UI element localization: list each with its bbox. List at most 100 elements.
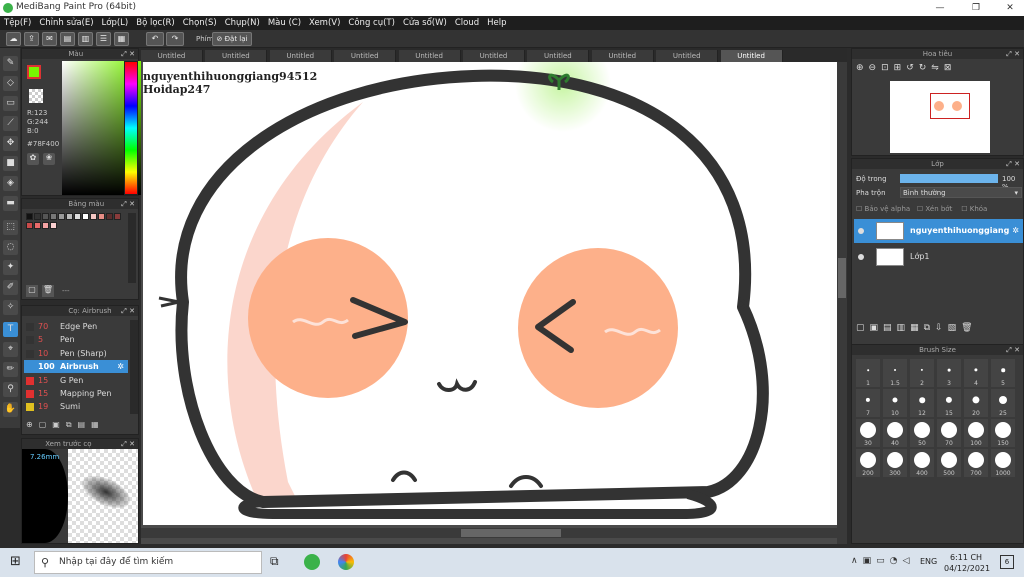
- new-brush-icon[interactable]: ▢: [39, 420, 53, 429]
- rectangle-tool-icon[interactable]: ▭: [3, 96, 18, 111]
- minimize-button[interactable]: —: [928, 1, 952, 15]
- visibility-eye-icon[interactable]: [858, 228, 864, 234]
- brush-size-option[interactable]: 30: [856, 419, 880, 447]
- palette-swatch[interactable]: [42, 213, 49, 220]
- vertical-scrollbar[interactable]: [837, 62, 847, 544]
- brush-size-option[interactable]: 70: [937, 419, 961, 447]
- palette-swatch[interactable]: [26, 222, 33, 229]
- lock-view-icon[interactable]: ⊠: [944, 63, 957, 73]
- divide-tool-icon[interactable]: ✏: [3, 362, 18, 377]
- flip-icon[interactable]: ⇋: [931, 63, 944, 73]
- select-tool-icon[interactable]: ⬚: [3, 220, 18, 235]
- brush-folder-icon[interactable]: ▤: [78, 420, 92, 429]
- horizontal-scrollbar[interactable]: [141, 528, 837, 538]
- brush-size-option[interactable]: 50: [910, 419, 934, 447]
- rotate-left-icon[interactable]: ↺: [906, 63, 919, 73]
- palette-swatch[interactable]: [90, 213, 97, 220]
- menu-color[interactable]: Màu (C): [264, 16, 305, 30]
- actual-size-icon[interactable]: ⊞: [894, 63, 907, 73]
- tab-untitled[interactable]: Untitled: [656, 50, 719, 62]
- tab-untitled[interactable]: Untitled: [205, 50, 268, 62]
- opacity-slider[interactable]: [900, 174, 998, 183]
- palette-swatch[interactable]: [58, 213, 65, 220]
- rotate-right-icon[interactable]: ↻: [919, 63, 932, 73]
- tab-untitled[interactable]: Untitled: [463, 50, 525, 62]
- redo-button[interactable]: ↷: [166, 32, 184, 46]
- lock-checkbox[interactable]: ☐ Khóa: [961, 205, 987, 213]
- new-layer-icon[interactable]: ▢: [856, 323, 870, 333]
- menu-edit[interactable]: Chỉnh sửa(E): [35, 16, 97, 30]
- text-tool-icon[interactable]: T: [3, 322, 18, 337]
- new-palette-icon[interactable]: ▢: [26, 285, 38, 297]
- tray-app-icon[interactable]: ▣: [863, 556, 877, 566]
- hue-slider[interactable]: [124, 61, 138, 195]
- palette-add-icon[interactable]: ✿: [27, 153, 39, 165]
- clipping-checkbox[interactable]: ☐ Xén bớt: [917, 205, 952, 213]
- menu-snap[interactable]: Chụp(N): [221, 16, 264, 30]
- share-icon[interactable]: ⇪: [24, 32, 39, 46]
- brush-size-option[interactable]: 2: [910, 359, 934, 387]
- brush-size-option[interactable]: 700: [964, 449, 988, 477]
- menu-file[interactable]: Tệp(F): [0, 16, 35, 30]
- eraser-tool-icon[interactable]: ◇: [3, 76, 18, 91]
- palette-swatch[interactable]: [50, 222, 57, 229]
- brush-size-option[interactable]: 4: [964, 359, 988, 387]
- panel-close-icon[interactable]: ⤢ ✕: [121, 49, 135, 59]
- volume-icon[interactable]: ◁: [902, 556, 914, 566]
- notification-icon[interactable]: 6: [1000, 555, 1014, 569]
- layer-folder-icon[interactable]: ▦: [910, 323, 924, 333]
- brush-tool-icon[interactable]: ✎: [3, 56, 18, 71]
- palette-swatch[interactable]: [50, 213, 57, 220]
- protect-alpha-checkbox[interactable]: ☐ Bảo vệ alpha: [856, 205, 910, 213]
- tab-untitled[interactable]: Untitled: [591, 50, 654, 62]
- task-view-icon[interactable]: ⧉: [270, 554, 286, 570]
- palette-swatch[interactable]: [98, 213, 105, 220]
- panel-close-icon[interactable]: ⤢ ✕: [1006, 159, 1020, 169]
- menu-view[interactable]: Xem(V): [305, 16, 344, 30]
- gradient-tool-icon[interactable]: ▬: [3, 196, 18, 211]
- foreground-color[interactable]: [27, 65, 41, 79]
- comment-icon[interactable]: ▤: [60, 32, 75, 46]
- zoom-out-icon[interactable]: ⊖: [869, 63, 882, 73]
- menu-filter[interactable]: Bộ lọc(R): [132, 16, 179, 30]
- merge-down-icon[interactable]: ⇩: [935, 323, 948, 333]
- select-pen-tool-icon[interactable]: ✐: [3, 280, 18, 295]
- fit-icon[interactable]: ⊡: [881, 63, 894, 73]
- tab-untitled[interactable]: Untitled: [527, 50, 590, 62]
- palette-swatch[interactable]: [66, 213, 73, 220]
- brush-size-option[interactable]: 300: [883, 449, 907, 477]
- brush-copy-icon[interactable]: ⧉: [66, 420, 78, 429]
- brush-size-option[interactable]: 7: [856, 389, 880, 417]
- undo-button[interactable]: ↶: [146, 32, 164, 46]
- brush-size-option[interactable]: 150: [991, 419, 1015, 447]
- tab-untitled[interactable]: Untitled: [269, 50, 332, 62]
- palette-swatch[interactable]: [26, 213, 33, 220]
- menu-layer[interactable]: Lớp(L): [98, 16, 133, 30]
- move-tool-icon[interactable]: ✥: [3, 136, 18, 151]
- tray-chevron-up-icon[interactable]: ∧: [851, 556, 863, 566]
- palette-swatch[interactable]: [42, 222, 49, 229]
- panel-close-icon[interactable]: ⤢ ✕: [121, 439, 135, 449]
- panel-close-icon[interactable]: ⤢ ✕: [121, 199, 135, 209]
- brush-delete-icon[interactable]: ▦: [91, 420, 105, 429]
- brush-size-option[interactable]: 100: [964, 419, 988, 447]
- menu-select[interactable]: Chọn(S): [179, 16, 221, 30]
- panel-close-icon[interactable]: ⤢ ✕: [121, 306, 135, 316]
- tab-untitled[interactable]: Untitled: [334, 50, 397, 62]
- brush-scrollbar[interactable]: [130, 320, 138, 414]
- line-tool-icon[interactable]: ⟋: [3, 116, 18, 131]
- brush-size-option[interactable]: 200: [856, 449, 880, 477]
- cloud-icon[interactable]: ☁: [6, 32, 21, 46]
- menu-tools[interactable]: Công cụ(T): [344, 16, 399, 30]
- document-icon[interactable]: ▥: [78, 32, 93, 46]
- brush-size-option[interactable]: 10: [883, 389, 907, 417]
- select-eraser-tool-icon[interactable]: ✧: [3, 300, 18, 315]
- maximize-button[interactable]: ❐: [964, 1, 988, 15]
- palette-swatch[interactable]: [34, 213, 41, 220]
- brush-size-option[interactable]: 20: [964, 389, 988, 417]
- clock[interactable]: 6:11 CH 04/12/2021: [944, 552, 990, 574]
- new-halftone-layer-icon[interactable]: ▣: [870, 323, 884, 333]
- palette-swatch[interactable]: [106, 213, 113, 220]
- new-8bit-layer-icon[interactable]: ▤: [883, 323, 897, 333]
- brush-size-option[interactable]: 1: [856, 359, 880, 387]
